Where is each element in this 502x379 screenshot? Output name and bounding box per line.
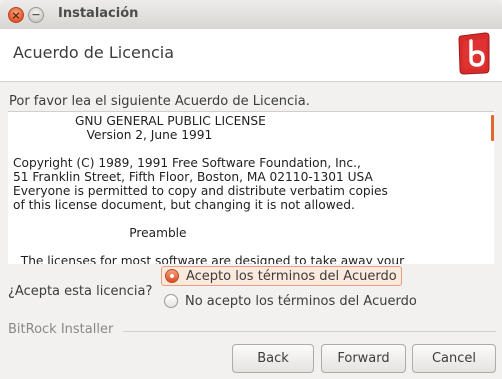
radio-unchecked-icon[interactable] <box>164 294 178 308</box>
title-bar: × − Instalación <box>0 0 502 30</box>
close-window-button[interactable]: × <box>8 7 24 23</box>
license-text-area[interactable]: GNU GENERAL PUBLIC LICENSE Version 2, Ju… <box>8 111 494 264</box>
installer-brand: BitRock Installer <box>8 322 114 337</box>
footer-divider <box>123 331 496 332</box>
decline-option-label[interactable]: No acepto los términos del Acuerdo <box>185 294 417 309</box>
license-text: GNU GENERAL PUBLIC LICENSE Version 2, Ju… <box>13 114 405 264</box>
cancel-button[interactable]: Cancel <box>412 344 496 373</box>
license-prompt: Por favor lea el siguiente Acuerdo de Li… <box>9 94 310 109</box>
radio-checked-icon[interactable] <box>165 269 179 283</box>
accept-option-label[interactable]: Acepto los términos del Acuerdo <box>186 269 397 284</box>
page-header: Acuerdo de Licencia <box>0 29 502 82</box>
page-title: Acuerdo de Licencia <box>13 43 175 62</box>
accept-question-label: ¿Acepta esta licencia? <box>8 284 153 299</box>
scrollbar-thumb[interactable] <box>491 115 494 141</box>
back-button[interactable]: Back <box>232 344 314 373</box>
bitrock-logo-icon <box>458 32 490 75</box>
decline-option[interactable]: No acepto los términos del Acuerdo <box>164 291 421 311</box>
minimize-window-button[interactable]: − <box>28 7 44 23</box>
window-title: Instalación <box>58 6 139 21</box>
forward-button[interactable]: Forward <box>321 344 406 373</box>
accept-option[interactable]: Acepto los términos del Acuerdo <box>161 266 402 286</box>
installer-window: × − Instalación Acuerdo de Licencia Por … <box>0 0 502 379</box>
